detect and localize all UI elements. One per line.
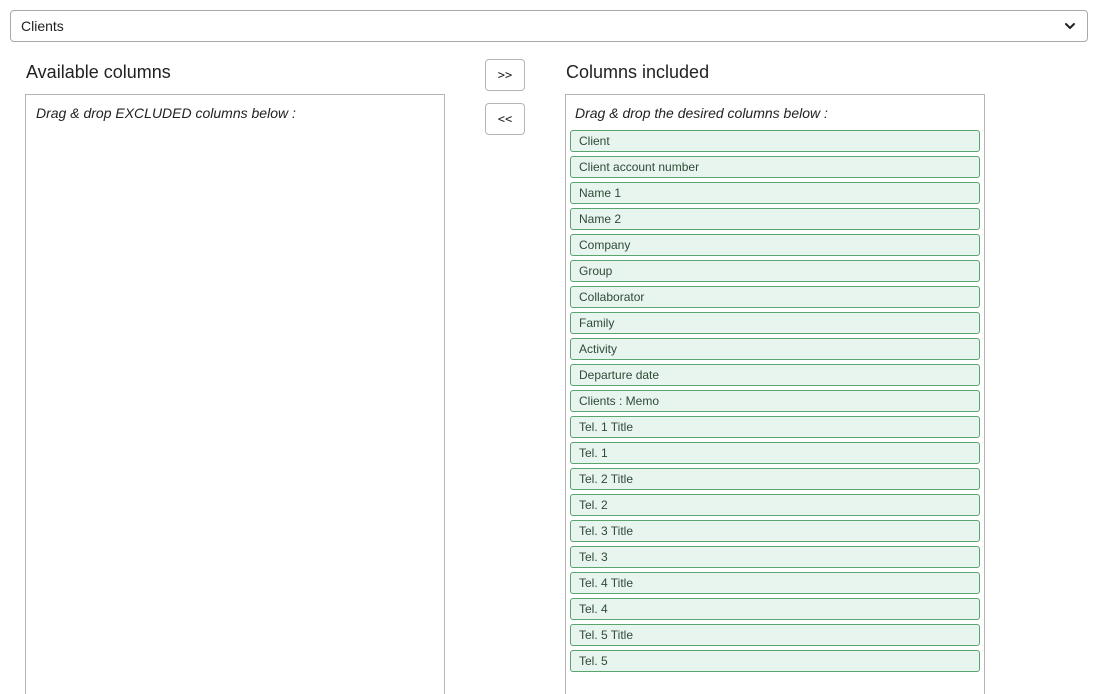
column-item[interactable]: Tel. 4 [570, 598, 980, 620]
included-columns-list: Client Client account number Name 1 Name 2 C… [566, 130, 984, 672]
entity-select-value: Clients [21, 18, 64, 34]
column-item[interactable]: Tel. 1 [570, 442, 980, 464]
available-columns-hint: Drag & drop EXCLUDED columns below : [36, 105, 296, 121]
column-item[interactable]: Clients : Memo [570, 390, 980, 412]
column-chooser-page: Clients Available columns Columns includ… [0, 0, 1100, 694]
remove-columns-button[interactable]: << [485, 103, 525, 135]
included-columns-title: Columns included [566, 62, 710, 82]
column-item[interactable]: Family [570, 312, 980, 334]
column-item[interactable]: Tel. 3 Title [570, 520, 980, 542]
column-item[interactable]: Name 2 [570, 208, 980, 230]
column-item[interactable]: Client [570, 130, 980, 152]
column-item[interactable]: Tel. 2 [570, 494, 980, 516]
included-columns-dropzone[interactable]: Drag & drop the desired columns below : … [565, 94, 985, 694]
chevron-down-icon [1063, 19, 1077, 33]
column-item[interactable]: Tel. 4 Title [570, 572, 980, 594]
column-item[interactable]: Name 1 [570, 182, 980, 204]
column-item[interactable]: Tel. 1 Title [570, 416, 980, 438]
included-columns-hint: Drag & drop the desired columns below : [575, 105, 828, 121]
column-item[interactable]: Tel. 3 [570, 546, 980, 568]
column-item[interactable]: Client account number [570, 156, 980, 178]
available-columns-title: Available columns [26, 62, 171, 82]
column-item[interactable]: Activity [570, 338, 980, 360]
available-columns-dropzone[interactable]: Drag & drop EXCLUDED columns below : [25, 94, 445, 694]
column-item[interactable]: Tel. 5 [570, 650, 980, 672]
column-item[interactable]: Group [570, 260, 980, 282]
column-item[interactable]: Tel. 5 Title [570, 624, 980, 646]
column-item[interactable]: Departure date [570, 364, 980, 386]
column-item[interactable]: Collaborator [570, 286, 980, 308]
add-columns-button[interactable]: >> [485, 59, 525, 91]
entity-select[interactable]: Clients [10, 10, 1088, 42]
column-item[interactable]: Company [570, 234, 980, 256]
column-item[interactable]: Tel. 2 Title [570, 468, 980, 490]
